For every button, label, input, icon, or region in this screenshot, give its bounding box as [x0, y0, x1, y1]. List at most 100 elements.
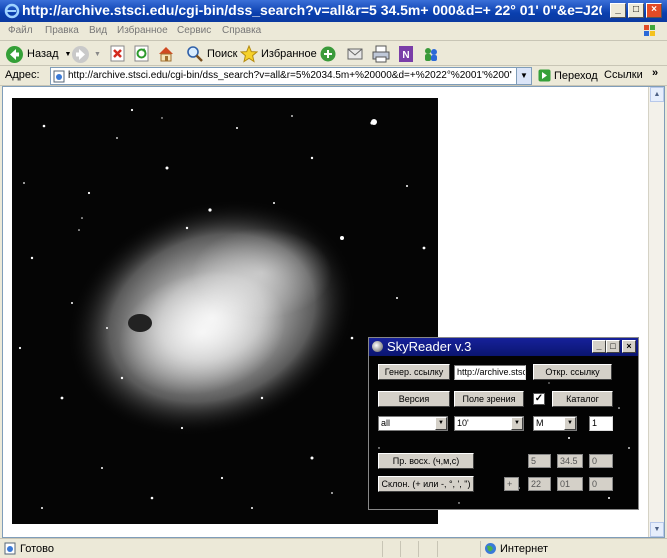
- page-done-icon: [4, 542, 16, 555]
- dec-minutes-field[interactable]: 01: [557, 477, 583, 491]
- skyreader-app-icon: [372, 341, 383, 352]
- forward-button[interactable]: ▼: [71, 44, 101, 64]
- unit-select[interactable]: M ▼: [533, 416, 577, 431]
- fov-select-value: 10': [457, 418, 469, 428]
- windows-flag-icon: [644, 25, 655, 36]
- menu-help[interactable]: Справка: [222, 25, 261, 36]
- menu-bar: Файл Правка Вид Избранное Сервис Справка: [0, 22, 667, 41]
- menu-view[interactable]: Вид: [89, 25, 107, 36]
- go-button[interactable]: Переход: [538, 69, 598, 82]
- back-button[interactable]: Назад ▼: [5, 44, 71, 64]
- refresh-button[interactable]: [134, 44, 150, 64]
- menu-tools[interactable]: Сервис: [177, 25, 211, 36]
- version-button[interactable]: Версия: [378, 391, 450, 407]
- skyreader-title-bar: SkyReader v.3 _ □ ×: [369, 338, 638, 356]
- open-link-button[interactable]: Откр. ссылку: [533, 364, 612, 380]
- page-icon: [53, 70, 65, 83]
- links-button[interactable]: Ссылки: [604, 69, 643, 81]
- status-text: Готово: [20, 543, 54, 555]
- address-url: http://archive.stsci.edu/cgi-bin/dss_sea…: [68, 70, 512, 81]
- skyreader-maximize-button[interactable]: □: [606, 340, 620, 353]
- search-label: Поиск: [207, 48, 238, 60]
- minimize-button[interactable]: _: [610, 3, 626, 18]
- address-bar: Адрес: http://archive.stsci.edu/cgi-bin/…: [0, 66, 667, 86]
- edit-onenote-button[interactable]: N: [397, 44, 415, 64]
- messenger-icon: [425, 48, 437, 61]
- media-icon: [320, 46, 336, 62]
- skyreader-window: SkyReader v.3 _ □ × Генер. ссылку http:/…: [368, 337, 639, 510]
- ra-label-button[interactable]: Пр. восх. (ч,м,с): [378, 453, 474, 469]
- svg-text:N: N: [402, 50, 409, 61]
- scroll-up-icon[interactable]: ▲: [650, 87, 664, 102]
- print-icon: [372, 45, 390, 63]
- go-label: Переход: [554, 69, 598, 82]
- internet-zone-icon: [485, 543, 496, 554]
- scroll-down-icon[interactable]: ▼: [650, 522, 664, 537]
- home-button[interactable]: [157, 44, 175, 64]
- back-arrow-icon: [6, 45, 23, 63]
- refresh-icon: [134, 45, 149, 62]
- ra-seconds-field[interactable]: 0: [589, 454, 613, 468]
- standard-toolbar: Назад ▼ ▼ Поиск Избранное N: [0, 41, 667, 66]
- search-button[interactable]: Поиск: [186, 44, 237, 64]
- survey-select-value: all: [381, 418, 391, 428]
- unit-dropdown-icon[interactable]: ▼: [564, 417, 576, 430]
- survey-select[interactable]: all ▼: [378, 416, 448, 431]
- catalog-button[interactable]: Каталог: [552, 391, 613, 407]
- search-icon: [187, 46, 203, 62]
- fov-select[interactable]: 10' ▼: [454, 416, 524, 431]
- menu-file[interactable]: Файл: [8, 25, 33, 36]
- unit-select-value: M: [536, 418, 544, 428]
- close-button[interactable]: ×: [646, 3, 662, 18]
- ra-hours-field[interactable]: 5: [528, 454, 551, 468]
- address-input[interactable]: http://archive.stsci.edu/cgi-bin/dss_sea…: [50, 67, 532, 85]
- go-arrow-icon: [538, 69, 551, 82]
- home-icon: [159, 47, 173, 62]
- maximize-button[interactable]: □: [628, 3, 644, 18]
- address-dropdown-icon[interactable]: ▼: [516, 68, 531, 84]
- status-bar: Готово Интернет: [0, 538, 667, 558]
- mail-icon: [347, 48, 363, 60]
- survey-dropdown-icon[interactable]: ▼: [435, 417, 447, 430]
- favorites-label: Избранное: [261, 48, 317, 60]
- links-chevron-icon[interactable]: »: [652, 67, 658, 79]
- generate-link-button[interactable]: Генер. ссылку: [378, 364, 450, 380]
- ie-logo-icon: [4, 3, 20, 19]
- skyreader-title: SkyReader v.3: [387, 339, 472, 354]
- address-label: Адрес:: [5, 69, 40, 81]
- onenote-icon: N: [399, 46, 413, 62]
- vertical-scrollbar[interactable]: ▲ ▼: [648, 87, 664, 537]
- status-pane: [400, 541, 401, 557]
- forward-dropdown-icon[interactable]: ▼: [94, 51, 101, 58]
- status-pane: [418, 541, 419, 557]
- option-checkbox[interactable]: ✓: [533, 393, 545, 405]
- menu-favorites[interactable]: Избранное: [117, 25, 168, 36]
- status-pane: [382, 541, 383, 557]
- link-field[interactable]: http://archive.stsc: [454, 365, 526, 380]
- stop-icon: [110, 45, 125, 62]
- back-label: Назад: [27, 48, 59, 60]
- forward-arrow-icon: [72, 45, 89, 63]
- favorites-star-icon: [240, 45, 258, 63]
- count-field[interactable]: 1: [589, 416, 613, 431]
- dec-seconds-field[interactable]: 0: [589, 477, 613, 491]
- zone-text: Интернет: [500, 543, 548, 555]
- fov-dropdown-icon[interactable]: ▼: [511, 417, 523, 430]
- favorites-button[interactable]: Избранное: [240, 44, 317, 64]
- messenger-button[interactable]: [422, 44, 440, 64]
- print-button[interactable]: [372, 44, 390, 64]
- skyreader-close-button[interactable]: ×: [622, 340, 636, 353]
- media-button[interactable]: [319, 44, 337, 64]
- dec-sign-field[interactable]: +: [504, 477, 519, 491]
- dec-degrees-field[interactable]: 22: [528, 477, 551, 491]
- field-of-view-button[interactable]: Поле зрения: [454, 391, 524, 407]
- menu-edit[interactable]: Правка: [45, 25, 79, 36]
- skyreader-minimize-button[interactable]: _: [592, 340, 606, 353]
- window-title: http://archive.stsci.edu/cgi-bin/dss_sea…: [22, 2, 602, 18]
- ra-minutes-field[interactable]: 34.5: [557, 454, 583, 468]
- dec-label-button[interactable]: Склон. (+ или -, °, ', "): [378, 476, 474, 492]
- browser-title-bar: http://archive.stsci.edu/cgi-bin/dss_sea…: [0, 0, 667, 22]
- status-pane: [437, 541, 438, 557]
- stop-button[interactable]: [110, 44, 126, 64]
- mail-button[interactable]: [346, 44, 366, 64]
